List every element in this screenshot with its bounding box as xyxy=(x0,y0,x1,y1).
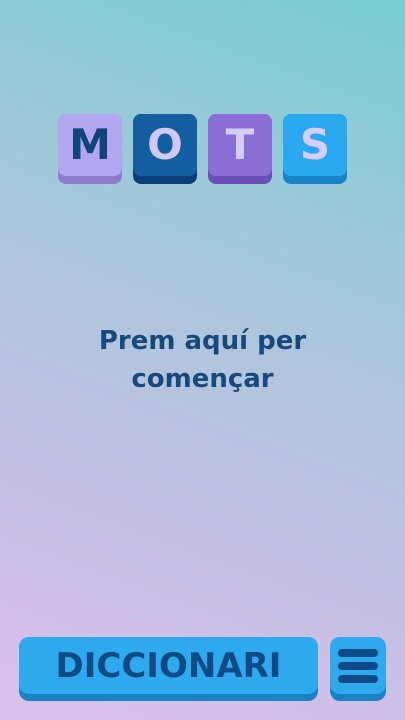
hamburger-menu-icon xyxy=(338,648,378,683)
dictionary-button[interactable]: DICCIONARI xyxy=(19,637,318,701)
game-logo: M O T S xyxy=(58,114,348,186)
logo-letter: M xyxy=(58,114,122,176)
logo-letter: T xyxy=(208,114,272,176)
logo-letter: O xyxy=(133,114,197,176)
logo-letter: S xyxy=(283,114,347,176)
menu-button[interactable] xyxy=(330,637,386,701)
logo-tile-s: S xyxy=(283,114,347,184)
game-start-screen[interactable]: M O T S Prem aquí per començar DICCIONAR… xyxy=(0,0,405,720)
start-prompt-line-2: començar xyxy=(131,364,274,394)
tap-to-start-prompt[interactable]: Prem aquí per començar xyxy=(40,322,365,398)
logo-tile-t: T xyxy=(208,114,272,184)
logo-tile-o: O xyxy=(133,114,197,184)
dictionary-button-label: DICCIONARI xyxy=(19,637,318,694)
logo-tile-m: M xyxy=(58,114,122,184)
start-prompt-line-1: Prem aquí per xyxy=(98,326,307,356)
